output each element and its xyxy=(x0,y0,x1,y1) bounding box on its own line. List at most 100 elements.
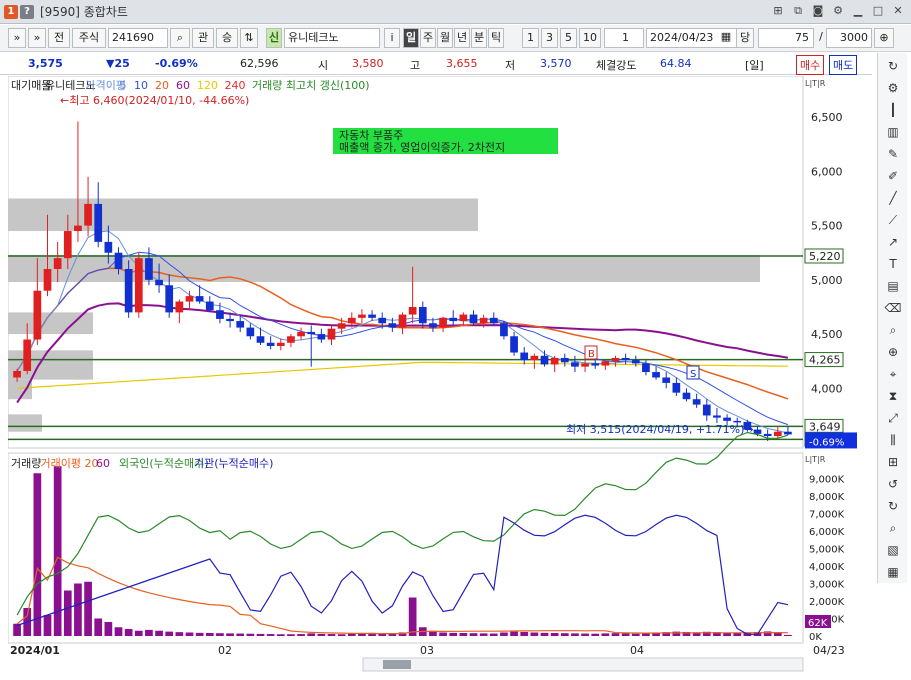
candle-body-7 xyxy=(84,203,92,226)
grid-icon[interactable]: ⊞ xyxy=(884,453,902,471)
link-icon[interactable]: ⧉ xyxy=(791,4,805,18)
period-tab-2[interactable]: 월 xyxy=(437,28,453,48)
stock-type-button[interactable]: 주식 xyxy=(72,28,106,48)
volume-bar-6 xyxy=(74,583,82,636)
bar-chart-icon[interactable]: ▥ xyxy=(884,123,902,141)
search-chart-icon[interactable]: ⌕ xyxy=(884,519,902,537)
volume-bar-50 xyxy=(520,631,529,636)
candle-body-36 xyxy=(378,317,387,324)
current-change-tag: -0.69% xyxy=(809,437,844,448)
window-number-badge[interactable]: 1 xyxy=(4,4,18,19)
pencil-icon[interactable]: ✎ xyxy=(884,145,902,163)
refresh-icon[interactable]: ↻ xyxy=(884,57,902,75)
columns-icon[interactable]: ⫼ xyxy=(884,431,902,449)
indicator-icon[interactable]: ┃ xyxy=(884,101,902,119)
volume-bar-17 xyxy=(185,632,194,636)
gear-icon[interactable]: ⚙ xyxy=(831,4,845,18)
interval-10[interactable]: 10 xyxy=(579,28,601,48)
supply-zone-5 xyxy=(8,414,42,432)
volume-bar-28 xyxy=(297,634,305,636)
volume-tick-9: 0K xyxy=(809,632,822,643)
settings-icon[interactable]: ⚙ xyxy=(884,79,902,97)
quote-strip: 3,575 ▼25 -0.69% 62,596 시 3,580 고 3,655 … xyxy=(0,53,872,75)
price-legend-5: 20 xyxy=(155,79,169,92)
period-tab-4[interactable]: 분 xyxy=(471,28,487,48)
calendar-icon[interactable]: ▦ xyxy=(716,28,736,48)
stock-code-input[interactable]: 241690 xyxy=(108,28,168,48)
auto-line-icon[interactable]: ⟋ xyxy=(884,211,902,229)
jeon-button[interactable]: 전 xyxy=(48,28,70,48)
interval-3[interactable]: 3 xyxy=(541,28,558,48)
watchlist-button[interactable]: 관 xyxy=(192,28,214,48)
period-tab-1[interactable]: 주 xyxy=(420,28,436,48)
count-select[interactable]: 1 xyxy=(604,28,644,48)
volume-bar-8 xyxy=(94,618,103,636)
hline-tag-0: 5,220 xyxy=(809,250,841,263)
x-label-3: 04 xyxy=(630,644,644,657)
search-icon[interactable]: ⌕ xyxy=(170,28,190,48)
candle-body-63 xyxy=(652,372,660,378)
x-label-4: 04/23 xyxy=(813,644,845,657)
volume-bar-25 xyxy=(266,634,275,636)
eraser-icon[interactable]: ⌫ xyxy=(884,299,902,317)
period-tab-0[interactable]: 일 xyxy=(403,28,419,48)
maximize-icon[interactable]: □ xyxy=(871,4,885,18)
redo-icon[interactable]: ↻ xyxy=(884,497,902,515)
low-note: 최저 3,515(2024/04/19, +1.71%)→ xyxy=(566,423,754,436)
pin-icon[interactable]: ⊞ xyxy=(771,4,785,18)
candle-body-24 xyxy=(256,336,265,343)
stepper-icon[interactable]: ⇅ xyxy=(240,28,258,48)
zoom-in-icon[interactable]: ⊕ xyxy=(884,343,902,361)
period-tab-3[interactable]: 년 xyxy=(454,28,470,48)
zoom-icon[interactable]: ⊕ xyxy=(874,28,894,48)
volume-bar-15 xyxy=(165,631,174,636)
info-button[interactable]: i xyxy=(384,28,400,48)
candle-body-13 xyxy=(145,258,153,280)
menu-expand-button[interactable]: » xyxy=(28,28,46,48)
print-icon[interactable]: ▦ xyxy=(884,563,902,581)
undo-icon[interactable]: ↺ xyxy=(884,475,902,493)
price-tick-3: 5,000 xyxy=(811,274,843,287)
volume-bar-57 xyxy=(591,633,600,636)
minimize-icon[interactable]: ▁ xyxy=(851,4,865,18)
volume-bar-45 xyxy=(469,633,478,636)
line-tool-icon[interactable]: ╱ xyxy=(884,189,902,207)
sell-button[interactable]: 매도 xyxy=(829,55,858,75)
volume-bar-56 xyxy=(581,633,589,636)
chart-scrollbar[interactable] xyxy=(362,657,804,672)
magnifier-icon[interactable]: ⌕ xyxy=(884,321,902,339)
compare-icon[interactable]: ⧗ xyxy=(884,387,902,405)
trend-icon[interactable]: ↗ xyxy=(884,233,902,251)
chart-svg[interactable]: 6,500 6,000 5,500 5,000 4,500 4,000 5,220 4,265… xyxy=(7,75,871,673)
analysis-icon[interactable]: ⌖ xyxy=(884,365,902,383)
save-icon[interactable]: ▧ xyxy=(884,541,902,559)
stock-name-field[interactable]: 유니테크노 xyxy=(284,28,380,48)
all-icon[interactable]: ▤ xyxy=(884,277,902,295)
interval-5[interactable]: 5 xyxy=(560,28,577,48)
x-label-1: 02 xyxy=(218,644,232,657)
candle-body-58 xyxy=(601,361,610,366)
total-bars-input[interactable]: 3000 xyxy=(826,28,872,48)
volume-legend-2: 60 xyxy=(96,457,110,470)
text-icon[interactable]: T xyxy=(884,255,902,273)
period-tab-5[interactable]: 틱 xyxy=(488,28,504,48)
brush-icon[interactable]: ✐ xyxy=(884,167,902,185)
diagonal-icon[interactable]: ⤢ xyxy=(884,409,902,427)
volume-tick-6: 3,000K xyxy=(809,580,845,591)
camera-icon[interactable]: ◙ xyxy=(811,4,825,18)
close-icon[interactable]: ✕ xyxy=(891,4,905,18)
volume-current-tag: 62K xyxy=(808,618,828,629)
buy-button[interactable]: 매수 xyxy=(796,55,825,75)
interval-1[interactable]: 1 xyxy=(522,28,539,48)
nav-prev-button[interactable]: » xyxy=(8,28,26,48)
candle-body-9 xyxy=(104,241,113,253)
volume-bar-32 xyxy=(337,634,346,636)
candle-body-70 xyxy=(723,417,731,421)
dang-button[interactable]: 당 xyxy=(736,28,754,48)
volume-bar-44 xyxy=(459,633,468,636)
bars-count-input[interactable]: 75 xyxy=(758,28,814,48)
volume-legend-4: 기관(누적순매수) xyxy=(194,457,273,470)
rise-button[interactable]: 승 xyxy=(216,28,238,48)
scroll-thumb[interactable] xyxy=(383,660,411,669)
help-badge[interactable]: ? xyxy=(20,4,34,19)
